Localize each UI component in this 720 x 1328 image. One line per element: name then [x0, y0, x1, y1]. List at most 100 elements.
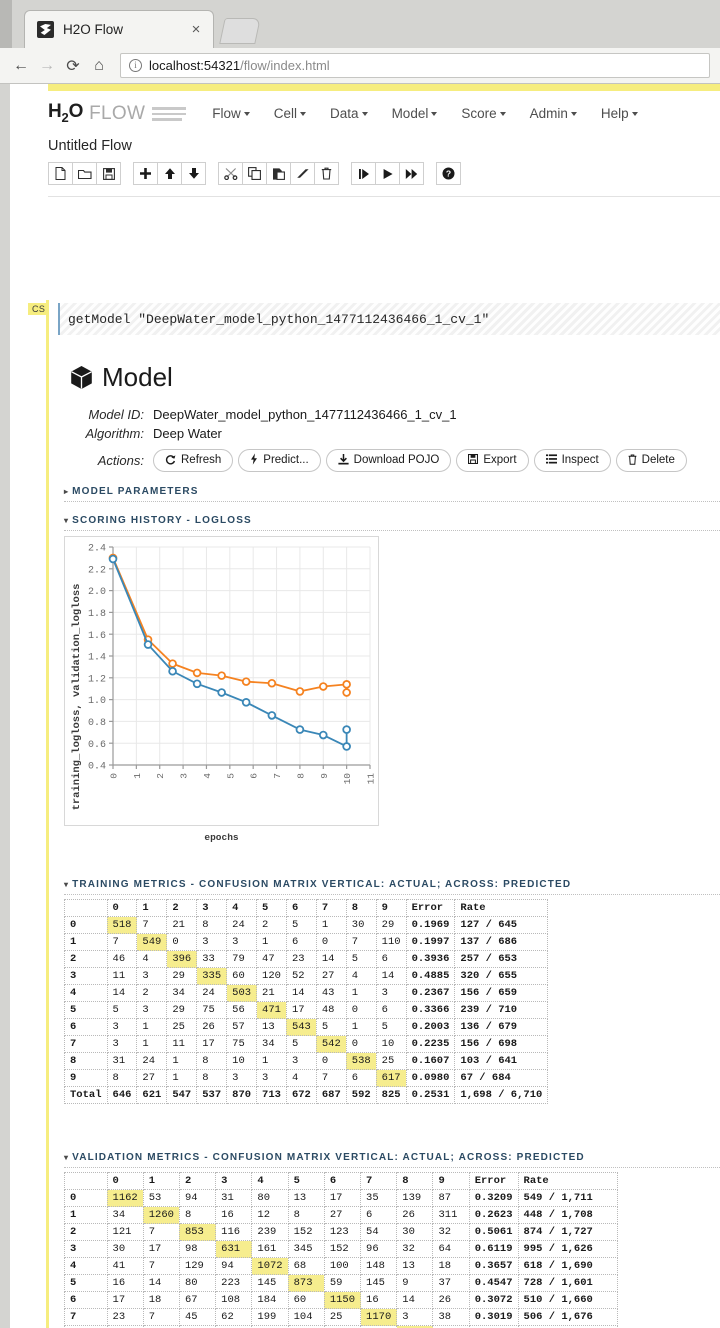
matrix-cell: 1: [345, 984, 377, 1002]
error-cell: 0.3366: [405, 1001, 456, 1019]
help-circle-icon[interactable]: ?: [436, 162, 461, 185]
browser-urlbar-row: ← → ⟳ ⌂ i localhost:54321/flow/index.htm…: [0, 48, 720, 84]
flow-title[interactable]: Untitled Flow: [48, 138, 132, 154]
series-point: [342, 725, 351, 734]
forward-icon[interactable]: →: [34, 53, 60, 79]
download-pojo-button[interactable]: Download POJO: [325, 449, 452, 472]
browser-tab-h2o-flow[interactable]: H2O Flow ×: [24, 10, 214, 48]
table-header-row: 0 1 2 3 4 5 6 7 8 9 Error Rate: [64, 899, 549, 917]
matrix-cell: 0: [166, 933, 198, 951]
nav-item-cell[interactable]: Cell: [274, 106, 307, 121]
error-cell: 0.2531: [405, 1086, 456, 1104]
matrix-cell: 1: [256, 933, 287, 951]
series-point: [267, 678, 277, 688]
matrix-cell: 110: [375, 933, 407, 951]
rate-cell: 448 / 1,708: [517, 1206, 618, 1224]
series-point: [143, 640, 153, 649]
fast-forward-icon[interactable]: [399, 162, 424, 185]
row-header: 7: [64, 1308, 108, 1326]
table-header-row: 0 1 2 3 4 5 6 7 8 9 Error Rate: [64, 1172, 618, 1190]
inspect-button[interactable]: Inspect: [533, 449, 611, 472]
reload-icon[interactable]: ⟳: [60, 53, 86, 79]
nav-item-admin[interactable]: Admin: [530, 106, 577, 121]
paste-icon[interactable]: [266, 162, 291, 185]
matrix-cell: 0: [345, 1035, 377, 1053]
predict-button[interactable]: Predict...: [238, 449, 321, 472]
nav-item-score[interactable]: Score: [461, 106, 506, 121]
matrix-cell: 94: [178, 1189, 217, 1207]
row-header: 3: [64, 1240, 108, 1258]
arrow-up-icon[interactable]: [157, 162, 182, 185]
url-input[interactable]: i localhost:54321/flow/index.html: [120, 53, 710, 78]
matrix-cell: 5: [285, 916, 317, 934]
matrix-cell: 13: [396, 1257, 434, 1275]
matrix-cell: 6: [285, 933, 317, 951]
open-folder-icon[interactable]: [72, 162, 97, 185]
nav-item-flow[interactable]: Flow: [212, 106, 250, 121]
rate-cell: 618 / 1,690: [517, 1257, 618, 1275]
matrix-cell: 152: [323, 1240, 362, 1258]
cell-input[interactable]: getModel "DeepWater_model_python_1477112…: [58, 303, 720, 335]
matrix-cell: 123: [323, 1223, 362, 1241]
matrix-cell: 48: [315, 1001, 347, 1019]
model-output: Model Model ID: DeepWater_model_python_1…: [70, 362, 720, 472]
run-to-end-icon[interactable]: [351, 162, 376, 185]
eraser-icon[interactable]: [290, 162, 315, 185]
toolbar-group-file: [48, 162, 121, 185]
column-header: [64, 899, 108, 917]
row-header: 0: [64, 1189, 108, 1207]
nav-item-model[interactable]: Model: [392, 106, 438, 121]
table-row: 3 11 3 29 335 60 120 52 27 4 14 0.4885 320 / 655: [64, 967, 549, 985]
section-scoring-history[interactable]: ▾ SCORING HISTORY - LOGLOSS: [64, 515, 720, 531]
matrix-cell: 104: [287, 1308, 325, 1326]
close-icon[interactable]: ×: [187, 22, 205, 37]
error-cell: 0.1607: [405, 1052, 456, 1070]
refresh-button[interactable]: Refresh: [153, 449, 234, 472]
matrix-cell: 38: [432, 1308, 470, 1326]
column-header: 7: [315, 899, 347, 917]
h2o-flow-logo[interactable]: H2O FLOW: [48, 101, 187, 125]
matrix-cell: 26: [396, 1206, 434, 1224]
chevron-right-icon: ▸: [64, 487, 70, 496]
info-icon[interactable]: i: [129, 59, 142, 72]
copy-icon[interactable]: [242, 162, 267, 185]
error-cell: 0.4547: [468, 1274, 519, 1292]
new-file-icon[interactable]: [48, 162, 73, 185]
row-header: 1: [64, 1206, 108, 1224]
matrix-cell: 29: [375, 916, 407, 934]
tab-title: H2O Flow: [63, 22, 124, 37]
export-button[interactable]: Export: [456, 449, 529, 472]
back-icon[interactable]: ←: [8, 53, 34, 79]
nav-item-data[interactable]: Data: [330, 106, 368, 121]
toolbar-group-help: ?: [436, 162, 461, 185]
section-model-parameters[interactable]: ▸ MODEL PARAMETERS: [64, 486, 720, 502]
save-icon[interactable]: [96, 162, 121, 185]
matrix-cell: 1170: [360, 1308, 398, 1326]
play-icon[interactable]: [375, 162, 400, 185]
matrix-cell: 5: [375, 1018, 407, 1036]
column-header: 5: [256, 899, 287, 917]
section-training-metrics[interactable]: ▾ TRAINING METRICS - CONFUSION MATRIX VER…: [64, 879, 720, 895]
new-tab-button[interactable]: [219, 18, 261, 44]
app-header: H2O FLOW Flow Cell Data Model Score Admi…: [48, 96, 720, 130]
matrix-cell: 7: [136, 916, 168, 934]
arrow-down-icon[interactable]: [181, 162, 206, 185]
delete-button[interactable]: Delete: [615, 449, 687, 472]
home-icon[interactable]: ⌂: [86, 53, 112, 79]
plus-icon[interactable]: [133, 162, 158, 185]
section-validation-metrics[interactable]: ▾ VALIDATION METRICS - CONFUSION MATRIX V…: [64, 1152, 720, 1168]
rate-cell: 728 / 1,601: [517, 1274, 618, 1292]
algorithm-value: Deep Water: [153, 426, 222, 441]
matrix-cell: 870: [226, 1086, 258, 1104]
error-cell: 0.6119: [468, 1240, 519, 1258]
row-header: 7: [64, 1035, 108, 1053]
trash-icon[interactable]: [314, 162, 339, 185]
active-cell-indicator: [46, 300, 49, 1328]
matrix-cell: 8: [287, 1206, 325, 1224]
matrix-cell: 34: [106, 1206, 144, 1224]
nav-item-help[interactable]: Help: [601, 106, 638, 121]
scissors-icon[interactable]: [218, 162, 243, 185]
column-header: 1: [136, 899, 168, 917]
row-header: 6: [64, 1018, 108, 1036]
chevron-down-icon: ▾: [64, 516, 70, 525]
